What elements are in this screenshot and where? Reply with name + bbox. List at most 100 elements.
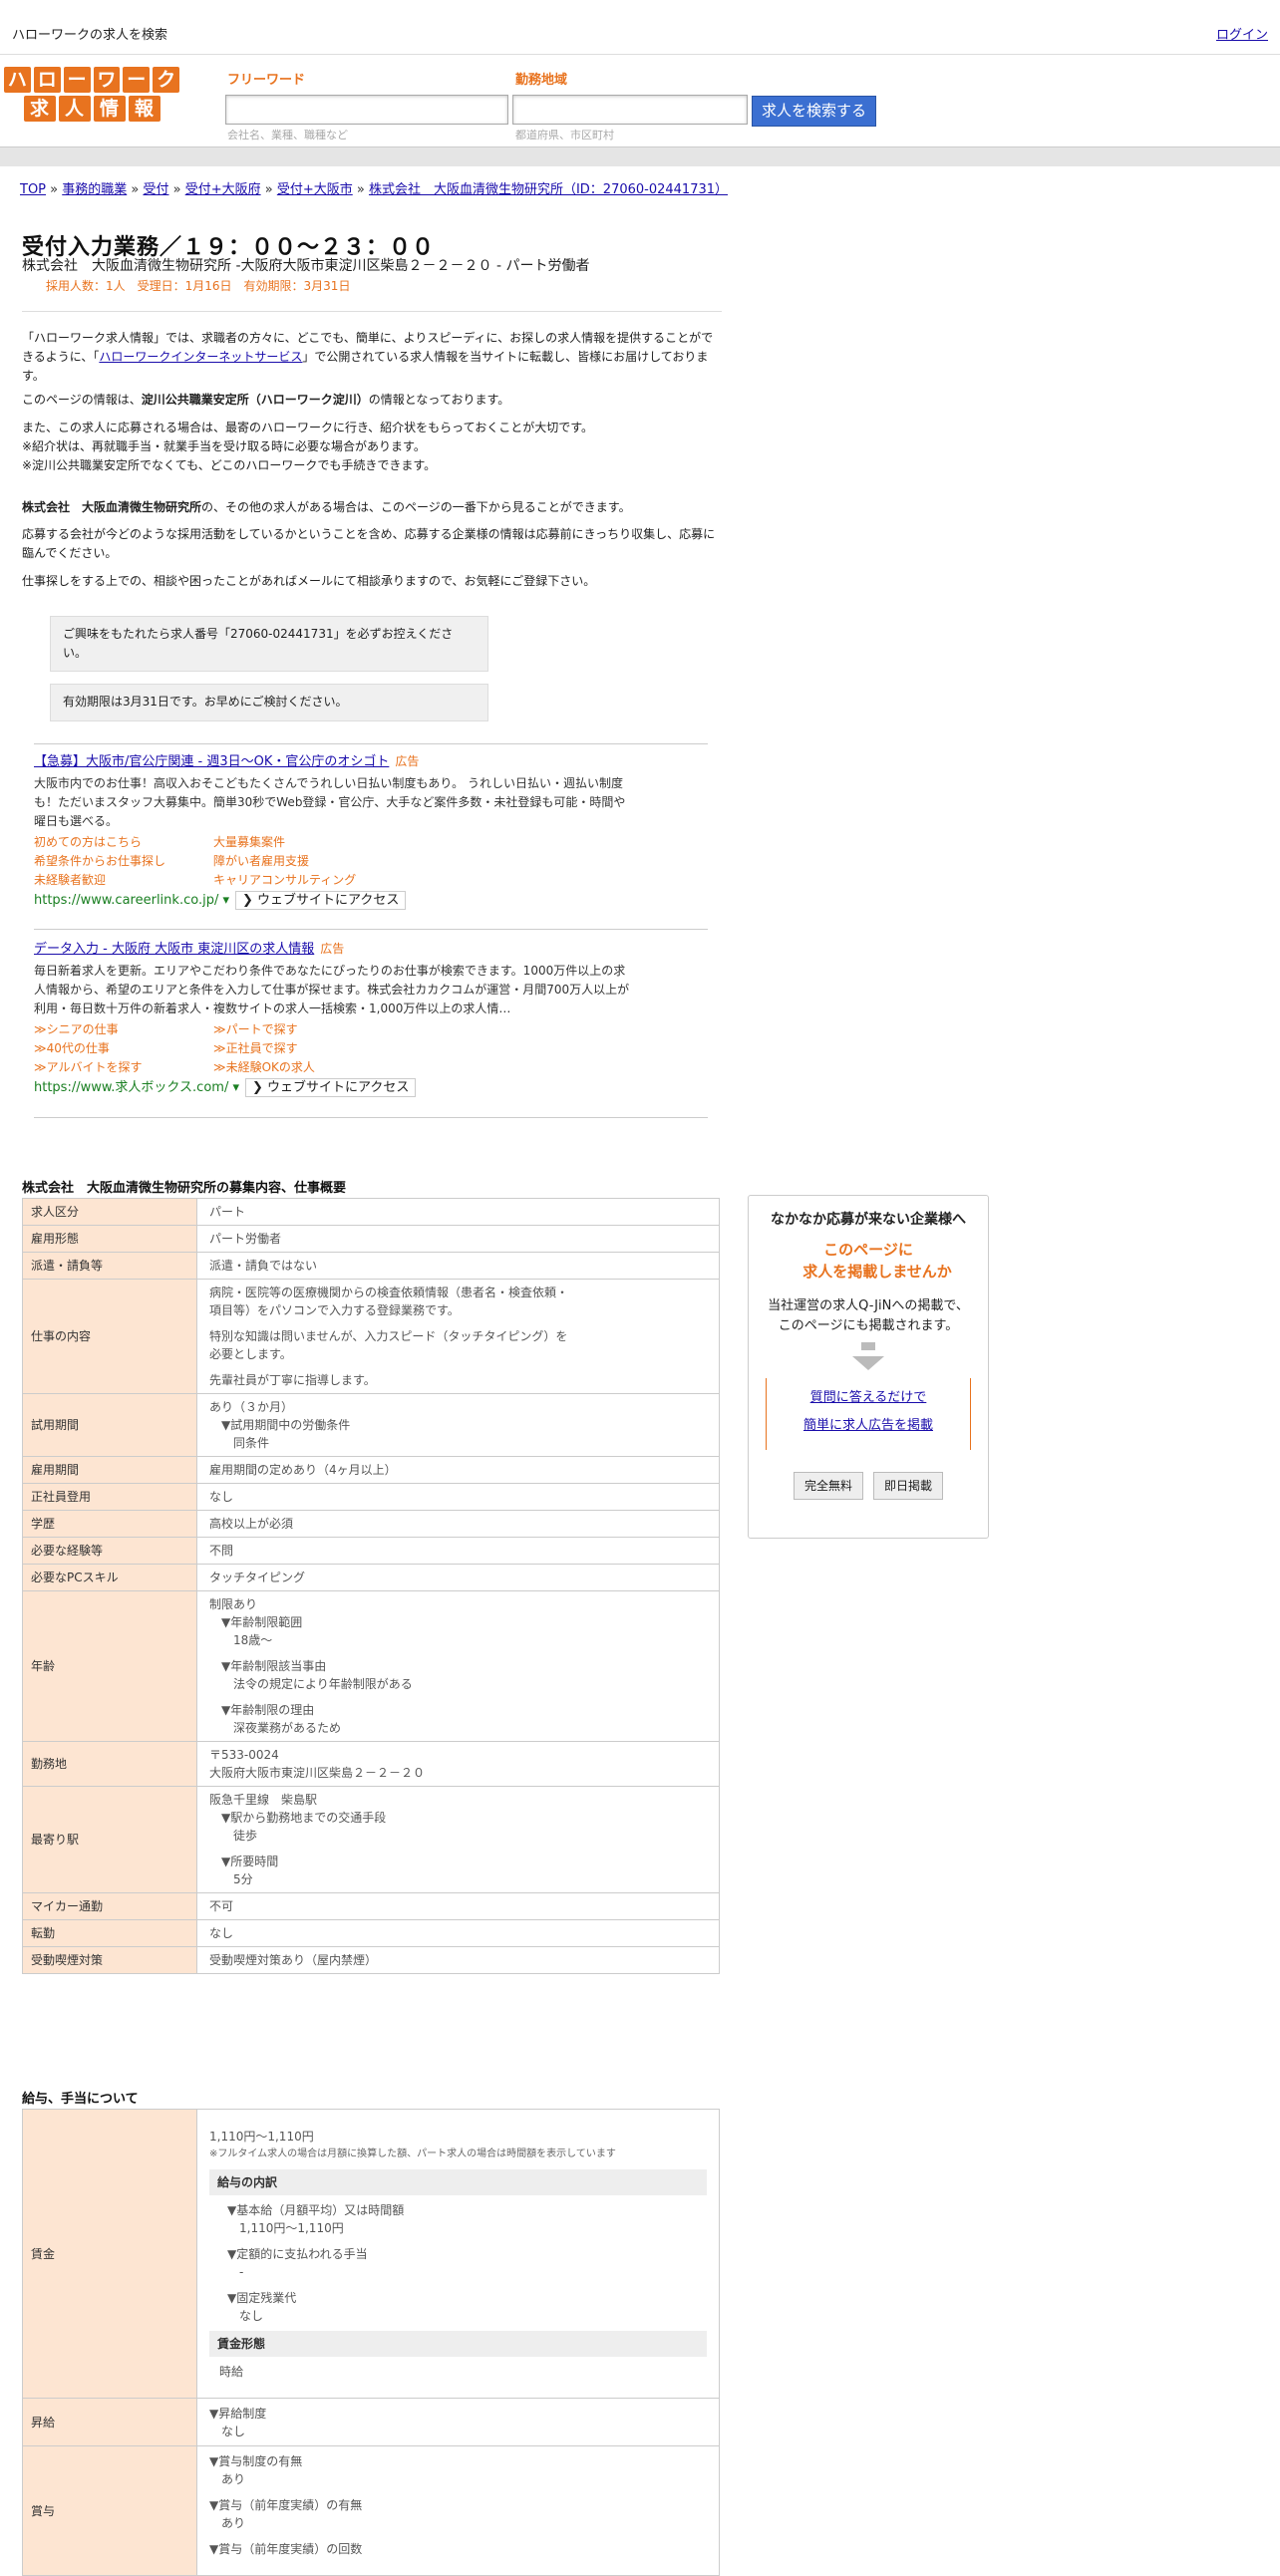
breadcrumb-link[interactable]: 事務的職業 bbox=[62, 182, 127, 197]
row-value: 阪急千里線 柴島駅 ▼駅から勤務地までの交通手段 徒歩 ▼所要時間 5分 bbox=[196, 1786, 720, 1893]
row-value: 不問 bbox=[196, 1537, 720, 1565]
divider bbox=[34, 929, 708, 930]
table-row: 必要なPCスキル タッチタイピング bbox=[22, 1564, 720, 1591]
wage-form: 時給 bbox=[219, 2364, 244, 2379]
row-value: なし bbox=[196, 1483, 720, 1511]
cell-line: なし bbox=[209, 2424, 246, 2438]
expiry-note: 有効期限は3月31日です。お早めにご検討ください。 bbox=[50, 684, 488, 721]
visit-website-button[interactable]: ❯ ウェブサイトにアクセス bbox=[244, 1077, 417, 1097]
section-title: 株式会社 大阪血清微生物研究所の募集内容、仕事概要 bbox=[22, 1181, 347, 1196]
table-row: 仕事の内容 病院・医院等の医療機関からの検査依頼情報（患者名・検査依頼・ 項目等）を… bbox=[22, 1279, 720, 1394]
employer-ad-panel: なかなか応募が来ない企業様へ このページに 求人を掲載しませんか 当社運営の求人Q… bbox=[748, 1195, 989, 1539]
search-header: ハローワーク 求人情報 フリーワード 会社名、業種、職種など 勤務地域 都道府県… bbox=[0, 55, 1280, 146]
row-label: 勤務地 bbox=[22, 1741, 197, 1787]
row-label: マイカー通勤 bbox=[22, 1892, 197, 1920]
same-day-button[interactable]: 即日掲載 bbox=[873, 1472, 944, 1500]
freeword-input[interactable] bbox=[225, 95, 508, 125]
header-divider bbox=[0, 146, 1280, 166]
wage-breakdown-heading: 給与の内訳 bbox=[209, 2168, 707, 2195]
ad-sitelink[interactable]: ≫シニアの仕事 bbox=[34, 1020, 213, 1039]
table-row: マイカー通勤 不可 bbox=[22, 1892, 720, 1920]
hellowork-service-link[interactable]: ハローワークインターネットサービス bbox=[99, 350, 302, 364]
table-row: 賞与 ▼賞与制度の有無 あり ▼賞与（前年度実績）の有無 あり ▼賞与（前年度実績）… bbox=[22, 2445, 720, 2576]
logo-char: ー bbox=[63, 67, 91, 93]
ad-sitelink[interactable]: ≫アルバイトを探す bbox=[34, 1058, 213, 1077]
table-row: 求人区分 パート bbox=[22, 1198, 720, 1226]
row-label: 派遣・請負等 bbox=[22, 1252, 197, 1280]
breadcrumb-separator: » bbox=[46, 182, 63, 197]
breadcrumb-link[interactable]: 受付+大阪府 bbox=[185, 182, 261, 197]
ad-block: 【急募】大阪市/官公庁関連 - 週3日～OK・官公庁のオシゴト 広告 大阪市内でのお… bbox=[34, 752, 632, 910]
side-link-questions[interactable]: 質問に答えるだけで bbox=[767, 1384, 970, 1412]
divider bbox=[22, 311, 722, 312]
ad-sitelink[interactable]: ≫未経験OKの求人 bbox=[213, 1058, 393, 1077]
breadcrumb: TOP » 事務的職業 » 受付 » 受付+大阪府 » 受付+大阪市 » 株式会… bbox=[20, 180, 728, 200]
row-label: 賞与 bbox=[22, 2445, 197, 2576]
table-row: 試用期間 あり（３か月） ▼試用期間中の労働条件 同条件 bbox=[22, 1393, 720, 1457]
ad-title-link[interactable]: データ入力 - 大阪府 大阪市 東淀川区の求人情報 bbox=[34, 942, 314, 957]
free-button[interactable]: 完全無料 bbox=[793, 1472, 863, 1500]
visit-website-button[interactable]: ❯ ウェブサイトにアクセス bbox=[234, 890, 407, 910]
cell-line: ▼賞与（前年度実績）の回数 bbox=[209, 2542, 363, 2556]
logo-char: ワ bbox=[93, 67, 121, 93]
ad-sitelink[interactable]: キャリアコンサルティング bbox=[213, 871, 393, 890]
ad-url[interactable]: https://www.careerlink.co.jp/ ▾ bbox=[34, 891, 229, 911]
ad-sitelink[interactable]: 大量募集案件 bbox=[213, 833, 393, 852]
ad-url[interactable]: https://www.求人ボックス.com/ ▾ bbox=[34, 1078, 239, 1098]
freeword-label: フリーワード bbox=[227, 73, 306, 88]
hellowork-logo[interactable]: ハローワーク 求人情報 bbox=[4, 67, 179, 123]
table-row: 必要な経験等 不問 bbox=[22, 1537, 720, 1565]
cell-line bbox=[209, 2532, 707, 2540]
ad-description: 大阪市内でのお仕事！高収入おそこどもたくさんでうれしい日払い制度もあり。 うれし… bbox=[34, 775, 626, 828]
wage-item bbox=[227, 2237, 707, 2245]
wage-item: ▼基本給（月額平均）又は時間額 bbox=[227, 2202, 405, 2217]
row-label: 正社員登用 bbox=[22, 1483, 197, 1511]
intro-advice: 応募する会社が今どのような採用活動をしているかということを含め、応募する企業様の… bbox=[22, 527, 716, 560]
row-label: 昇給 bbox=[22, 2398, 197, 2446]
login-link[interactable]: ログイン bbox=[1216, 26, 1268, 46]
wage-item: ▼固定残業代 bbox=[227, 2290, 297, 2305]
table-row: 勤務地 〒533-0024 大阪府大阪市東淀川区柴島２－２－２０ bbox=[22, 1741, 720, 1787]
breadcrumb-separator: » bbox=[168, 182, 185, 197]
divider bbox=[34, 1117, 708, 1118]
table-row: 正社員登用 なし bbox=[22, 1483, 720, 1511]
table-row: 最寄り駅 阪急千里線 柴島駅 ▼駅から勤務地までの交通手段 徒歩 ▼所要時間 5分 bbox=[22, 1786, 720, 1893]
breadcrumb-link[interactable]: 受付 bbox=[143, 182, 168, 197]
ad-label: 広告 bbox=[320, 942, 345, 956]
row-label: 年齢 bbox=[22, 1590, 197, 1742]
row-value: 高校以上が必須 bbox=[196, 1510, 720, 1538]
row-value: 〒533-0024 大阪府大阪市東淀川区柴島２－２－２０ bbox=[196, 1741, 720, 1787]
search-button[interactable]: 求人を検索する bbox=[752, 96, 876, 127]
side-link-post-ad[interactable]: 簡単に求人広告を掲載 bbox=[767, 1412, 970, 1440]
wage-item bbox=[227, 2281, 707, 2289]
ad-title-link[interactable]: 【急募】大阪市/官公庁関連 - 週3日～OK・官公庁のオシゴト bbox=[34, 754, 389, 769]
ad-sitelink[interactable]: 障がい者雇用支援 bbox=[213, 852, 393, 871]
wage-item: - bbox=[227, 2264, 244, 2279]
row-value: パート労働者 bbox=[196, 1225, 720, 1253]
row-label: 転勤 bbox=[22, 1919, 197, 1947]
ad-sitelink[interactable]: 未経験者歓迎 bbox=[34, 871, 213, 890]
ad-sitelink[interactable]: ≫正社員で探す bbox=[213, 1039, 393, 1058]
logo-char: 報 bbox=[128, 96, 160, 122]
intro-note-2: ※紹介状は、再就職手当・就業手当を受け取る時に必要な場合があります。 bbox=[22, 439, 426, 453]
row-label: 必要なPCスキル bbox=[22, 1564, 197, 1591]
breadcrumb-link[interactable]: TOP bbox=[20, 182, 46, 197]
ad-sitelink[interactable]: 希望条件からお仕事探し bbox=[34, 852, 213, 871]
area-input[interactable] bbox=[512, 95, 748, 125]
breadcrumb-link[interactable]: 受付+大阪市 bbox=[277, 182, 353, 197]
down-arrow-icon bbox=[852, 1356, 884, 1370]
freeword-hint: 会社名、業種、職種など bbox=[227, 129, 348, 142]
wage-range: 1,110円〜1,110円 bbox=[209, 2129, 314, 2144]
job-details-table: 求人区分 パート 雇用形態 パート労働者 派遣・請負等 派遣・請負ではない 仕事の内容 病院・… bbox=[22, 1198, 720, 1974]
table-row: 転勤 なし bbox=[22, 1919, 720, 1947]
wage-form-heading: 賃金形態 bbox=[209, 2330, 707, 2357]
ad-sitelink[interactable]: ≫パートで探す bbox=[213, 1020, 393, 1039]
ad-sitelink[interactable]: ≫40代の仕事 bbox=[34, 1039, 213, 1058]
cell-line: あり bbox=[209, 2472, 246, 2486]
row-label: 最寄り駅 bbox=[22, 1786, 197, 1893]
table-row: 受動喫煙対策 受動喫煙対策あり（屋内禁煙） bbox=[22, 1946, 720, 1974]
breadcrumb-link[interactable]: 株式会社 大阪血清微生物研究所（ID：27060-02441731） bbox=[369, 182, 728, 197]
ad-sitelink[interactable]: 初めての方はこちら bbox=[34, 833, 213, 852]
intro-office: このページの情報は、淀川公共職業安定所（ハローワーク淀川）の情報となっております… bbox=[22, 393, 510, 407]
site-title: ハローワークの求人を検索 bbox=[12, 28, 168, 43]
